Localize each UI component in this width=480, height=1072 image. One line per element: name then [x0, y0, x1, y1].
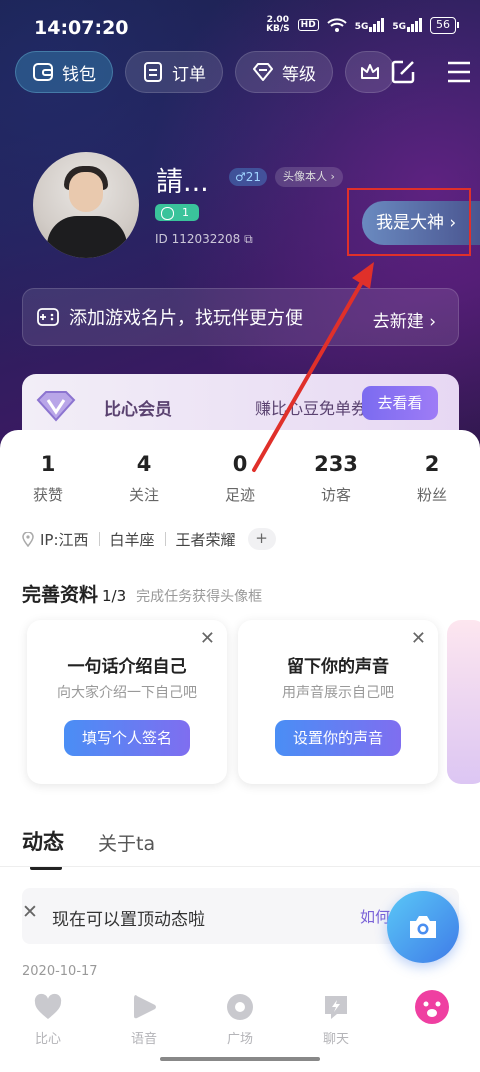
status-bar: 14:07:20 2.00 KB/S HD 5G 5G 56	[0, 0, 480, 52]
stat-footprints[interactable]: 0 足迹	[192, 452, 288, 505]
face-icon	[415, 990, 449, 1024]
task-card-voice: ✕ 留下你的声音 用声音展示自己吧 设置你的声音	[238, 620, 438, 784]
vip-gem-icon	[36, 391, 76, 422]
gamepad-icon	[37, 308, 59, 326]
notice-text: 现在可以置顶动态啦	[52, 910, 205, 930]
level-button[interactable]: 等级	[235, 51, 333, 93]
stat-following[interactable]: 4 关注	[96, 452, 192, 505]
network-speed: 2.00 KB/S	[266, 15, 290, 34]
top-bar: 钱包 订单 等级	[15, 50, 480, 94]
avatar[interactable]	[33, 152, 139, 258]
vip-label: 比心会员	[104, 400, 172, 420]
notice-link[interactable]: 如何	[360, 906, 390, 927]
divider	[0, 866, 480, 867]
home-indicator	[160, 1057, 320, 1061]
vip-button[interactable]: 去看看	[362, 386, 438, 420]
add-tag-button[interactable]: +	[247, 528, 276, 550]
camera-icon	[410, 916, 436, 938]
orders-button[interactable]: 订单	[125, 51, 223, 93]
camera-button[interactable]	[387, 891, 459, 963]
nav-bixin[interactable]: 比心	[0, 978, 96, 1072]
level-badge: 1	[155, 204, 199, 221]
vip-tagline: 赚比心豆免单券	[255, 399, 368, 418]
tag-game: 王者荣耀	[175, 530, 236, 549]
stat-visitors[interactable]: 233 访客	[288, 452, 384, 505]
play-icon	[134, 995, 156, 1019]
profile-tags: IP:江西 白羊座 王者荣耀 +	[22, 528, 276, 550]
menu-icon[interactable]	[445, 58, 473, 86]
fill-signature-button[interactable]: 填写个人签名	[64, 720, 190, 756]
complete-profile-progress: 1/3	[102, 587, 127, 605]
verified-badge: 头像本人 ›	[275, 167, 343, 187]
stat-likes[interactable]: 1 获赞	[0, 452, 96, 505]
signal-icon: 5G	[355, 18, 385, 32]
task-desc: 用声音展示自己吧	[282, 685, 394, 701]
wallet-label: 钱包	[62, 64, 96, 85]
hd-badge: HD	[297, 19, 319, 31]
close-icon[interactable]: ✕	[22, 901, 38, 923]
tab-about[interactable]: 关于ta	[98, 829, 155, 856]
task-card-partial[interactable]	[447, 620, 480, 784]
close-icon[interactable]: ✕	[411, 628, 426, 649]
stats-row: 1 获赞 4 关注 0 足迹 233 访客 2 粉丝	[0, 452, 480, 505]
content-tabs: 动态 关于ta	[22, 826, 155, 870]
diamond-icon	[253, 63, 273, 81]
wifi-icon	[326, 18, 347, 32]
complete-profile-title: 完善资料	[22, 584, 99, 606]
complete-profile-subtitle: 完成任务获得头像框	[136, 589, 263, 605]
wallet-button[interactable]: 钱包	[15, 51, 113, 93]
location-pin-icon	[22, 531, 34, 547]
edit-icon[interactable]	[389, 58, 417, 86]
level-label: 等级	[282, 64, 316, 85]
post-date: 2020-10-17	[22, 964, 98, 979]
nav-me[interactable]	[384, 978, 480, 1072]
task-title: 一句话介绍自己	[67, 657, 187, 677]
orders-label: 订单	[172, 64, 206, 85]
record-icon	[227, 994, 253, 1020]
battery-indicator: 56	[430, 16, 459, 34]
chat-icon	[325, 996, 347, 1019]
game-card-text: 添加游戏名片，找玩伴更方便	[69, 308, 303, 329]
orders-icon	[144, 62, 162, 82]
wallet-icon	[33, 63, 53, 81]
heart-icon	[34, 993, 62, 1019]
user-name: 請...	[156, 167, 209, 198]
crown-icon	[361, 64, 379, 79]
complete-profile-header: 完善资料 1/3 完成任务获得头像框	[22, 580, 262, 607]
user-id[interactable]: ID 112032208 ⧉	[155, 232, 253, 247]
annotation-highlight-box	[347, 188, 471, 256]
tag-zodiac: 白羊座	[109, 530, 155, 549]
game-card-banner[interactable]: 添加游戏名片，找玩伴更方便 去新建 ›	[22, 288, 459, 346]
tag-ip: IP:江西	[40, 530, 89, 549]
task-desc: 向大家介绍一下自己吧	[57, 685, 197, 701]
crown-button[interactable]	[345, 51, 395, 93]
profile-sheet: 1 获赞 4 关注 0 足迹 233 访客 2 粉丝 IP:江西 白羊座 王者荣耀 + 完…	[0, 430, 480, 1072]
status-time: 14:07:20	[34, 17, 129, 39]
gender-age-badge: ♂21	[229, 168, 268, 186]
task-card-intro: ✕ 一句话介绍自己 向大家介绍一下自己吧 填写个人签名	[27, 620, 227, 784]
task-title: 留下你的声音	[287, 657, 389, 677]
tab-feed[interactable]: 动态	[22, 826, 64, 870]
signal-icon-2: 5G	[392, 18, 422, 32]
close-icon[interactable]: ✕	[200, 628, 215, 649]
stat-fans[interactable]: 2 粉丝	[384, 452, 480, 505]
set-voice-button[interactable]: 设置你的声音	[275, 720, 401, 756]
game-card-action[interactable]: 去新建 ›	[373, 307, 436, 332]
